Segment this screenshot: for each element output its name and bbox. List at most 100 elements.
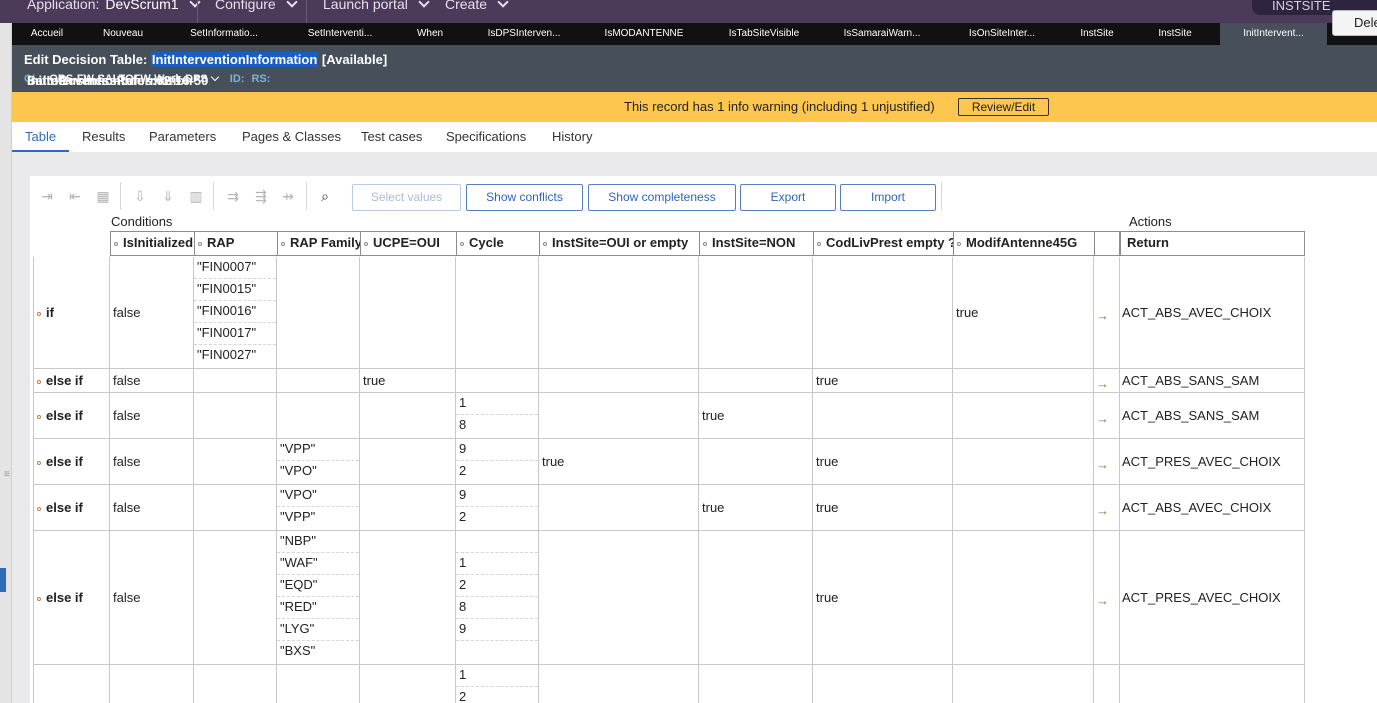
column-header[interactable]: CodLivPrest empty ? — [813, 231, 954, 256]
condition-cell[interactable] — [699, 439, 813, 484]
condition-cell[interactable] — [277, 257, 360, 368]
insert-column-before-icon[interactable]: ⇩ — [128, 185, 152, 209]
review-edit-button[interactable]: Review/Edit — [958, 98, 1049, 116]
condition-cell[interactable] — [699, 531, 813, 664]
tab-results[interactable]: Results — [82, 129, 125, 144]
column-header[interactable]: InstSite=OUI or empty — [539, 231, 700, 256]
condition-cell[interactable] — [360, 485, 456, 530]
table-row[interactable]: else if false 1 8 true → ACT_ABS_SANS_SAM — [33, 393, 1305, 439]
condition-cell[interactable]: 12 — [456, 665, 539, 703]
condition-cell[interactable]: true — [813, 369, 953, 392]
condition-cell[interactable]: true — [953, 257, 1094, 368]
condition-cell[interactable]: 18 — [456, 393, 539, 438]
condition-cell[interactable] — [360, 439, 456, 484]
column-header[interactable]: ModifAntenne45G — [953, 231, 1095, 256]
launch-portal-menu[interactable]: Launch portal — [323, 0, 430, 12]
condition-cell[interactable] — [539, 531, 699, 664]
export-button[interactable]: Export — [740, 184, 836, 211]
condition-cell[interactable] — [277, 393, 360, 438]
row-label-cell[interactable]: else if — [33, 439, 110, 484]
tab-isonsiteinter[interactable]: IsOnSiteInter... — [952, 23, 1052, 45]
condition-cell[interactable] — [456, 257, 539, 368]
add-and-icon[interactable]: ⇶ — [249, 185, 273, 209]
return-cell[interactable]: ACT_ABS_SANS_SAM — [1120, 393, 1305, 438]
condition-cell[interactable]: true — [539, 439, 699, 484]
delete-button[interactable]: Dele — [1332, 10, 1377, 36]
condition-cell[interactable] — [953, 369, 1094, 392]
insert-row-before-icon[interactable]: ⇥ — [35, 185, 59, 209]
column-header[interactable]: IsInitialized — [110, 231, 195, 256]
tab-istabsitevisible[interactable]: IsTabSiteVisible — [712, 23, 816, 45]
condition-cell[interactable] — [539, 393, 699, 438]
add-or-icon[interactable]: ⇉ — [221, 185, 245, 209]
condition-cell[interactable] — [194, 369, 277, 392]
condition-cell[interactable] — [539, 665, 699, 703]
column-handle-icon[interactable] — [364, 241, 368, 246]
configure-menu[interactable]: Configure — [215, 0, 298, 12]
condition-cell[interactable] — [813, 393, 953, 438]
application-switcher[interactable]: Application: DevScrum1 — [27, 0, 201, 12]
condition-cell[interactable] — [194, 665, 277, 703]
row-label-cell[interactable]: else if — [33, 485, 110, 530]
condition-cell[interactable]: true — [360, 369, 456, 392]
condition-cell[interactable] — [539, 257, 699, 368]
condition-cell[interactable]: 92 — [456, 485, 539, 530]
condition-cell[interactable] — [953, 531, 1094, 664]
column-handle-icon[interactable] — [543, 241, 547, 246]
condition-cell[interactable] — [699, 257, 813, 368]
tab-specifications[interactable]: Specifications — [446, 129, 526, 144]
column-header[interactable]: InstSite=NON — [699, 231, 814, 256]
row-handle-icon[interactable] — [37, 311, 41, 316]
tab-accueil[interactable]: Accueil — [12, 23, 82, 45]
condition-cell[interactable] — [360, 531, 456, 664]
condition-cell[interactable] — [699, 369, 813, 392]
condition-cell[interactable]: false — [110, 369, 194, 392]
table-row[interactable]: else if false "VPP" "VPO" 9 2 true true → ACT_PRE… — [33, 439, 1305, 485]
condition-cell[interactable] — [953, 393, 1094, 438]
tab-pages-classes[interactable]: Pages & Classes — [242, 129, 341, 144]
return-header[interactable]: Return — [1120, 231, 1305, 256]
table-row[interactable]: 12 — [33, 665, 1305, 703]
column-handle-icon[interactable] — [703, 241, 707, 246]
row-label-cell[interactable]: else if — [33, 369, 110, 392]
condition-cell[interactable] — [360, 257, 456, 368]
condition-cell[interactable] — [277, 369, 360, 392]
tab-instsite-2[interactable]: InstSite — [1148, 23, 1202, 45]
tab-isdpsinterven[interactable]: IsDPSInterven... — [474, 23, 574, 45]
tab-setinformatio[interactable]: SetInformatio... — [178, 23, 270, 45]
select-values-button[interactable]: Select values — [352, 184, 461, 211]
tab-ismodantenne[interactable]: IsMODANTENNE — [594, 23, 694, 45]
condition-cell[interactable] — [110, 665, 194, 703]
tab-issamaraiwarn[interactable]: IsSamaraiWarn... — [828, 23, 936, 45]
condition-cell[interactable]: true — [813, 439, 953, 484]
condition-cell[interactable] — [360, 393, 456, 438]
row-label-cell[interactable]: else if — [33, 531, 110, 664]
column-header[interactable]: RAP Family — [277, 231, 361, 256]
condition-cell[interactable] — [953, 665, 1094, 703]
chevron-down-icon[interactable] — [210, 72, 220, 82]
column-handle-icon[interactable] — [198, 241, 202, 246]
row-label-cell[interactable] — [33, 665, 110, 703]
tab-table[interactable]: Table — [25, 129, 56, 144]
condition-cell[interactable] — [953, 485, 1094, 530]
condition-cell[interactable]: true — [699, 485, 813, 530]
condition-cell[interactable]: "VPP" "VPO" — [277, 439, 360, 484]
delete-column-icon[interactable]: ▥ — [184, 185, 208, 209]
column-handle-icon[interactable] — [957, 241, 961, 246]
tab-initintervent[interactable]: InitIntervent... — [1220, 23, 1327, 45]
condition-cell[interactable] — [539, 369, 699, 392]
condition-cell[interactable]: false — [110, 257, 194, 368]
remove-icon[interactable]: ⇸ — [276, 185, 300, 209]
return-cell[interactable]: ACT_PRES_AVEC_CHOIX — [1120, 439, 1305, 484]
row-label-cell[interactable]: if — [33, 257, 110, 368]
import-button[interactable]: Import — [840, 184, 936, 211]
show-completeness-button[interactable]: Show completeness — [588, 184, 736, 211]
search-icon[interactable]: ⌕ — [313, 185, 337, 209]
condition-cell[interactable] — [813, 257, 953, 368]
table-row[interactable]: if false "FIN0007" "FIN0015" "FIN0016" "FIN00… — [33, 257, 1305, 369]
condition-cell[interactable]: false — [110, 531, 194, 664]
row-handle-icon[interactable] — [37, 460, 41, 465]
condition-cell[interactable] — [360, 665, 456, 703]
table-row[interactable]: else if false true true → ACT_ABS_SANS_SAM — [33, 369, 1305, 393]
rs-value[interactable]: SaltoBusinessRules:02-16-50 — [27, 73, 208, 88]
